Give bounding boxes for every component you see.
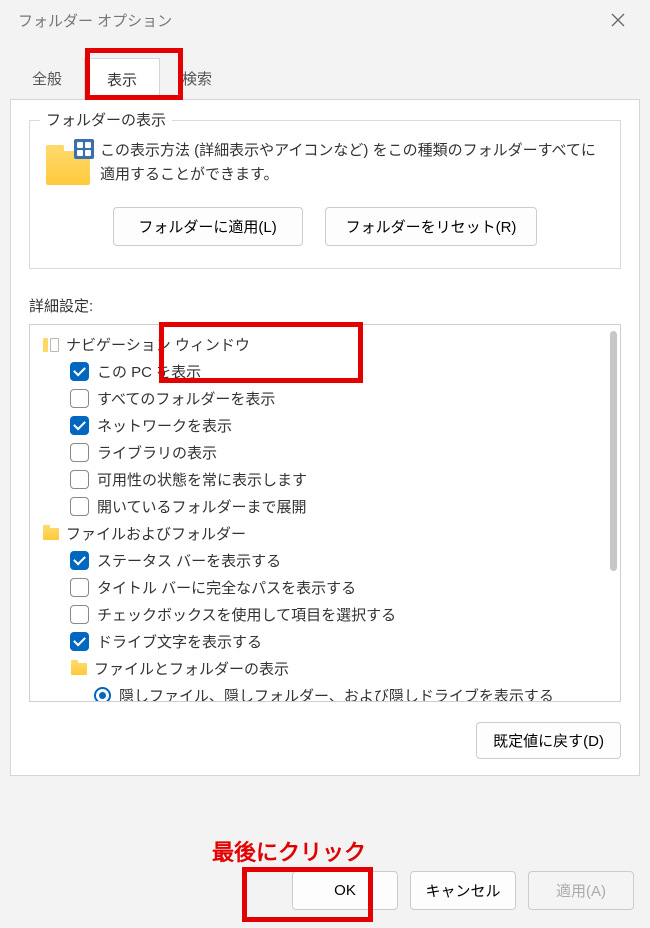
checkbox-icon[interactable] [70, 362, 89, 381]
tree-item[interactable]: ステータス バーを表示する [32, 547, 618, 574]
checkbox-icon[interactable] [70, 389, 89, 408]
tree-item[interactable]: ドライブ文字を表示する [32, 628, 618, 655]
folder-view-buttons: フォルダーに適用(L) フォルダーをリセット(R) [46, 207, 604, 246]
tree-item-label: 隠しファイル、隠しフォルダー、および隠しドライブを表示する [119, 685, 554, 702]
tab-general[interactable]: 全般 [10, 58, 84, 100]
close-icon [611, 13, 625, 27]
annotation-label: 最後にクリック [212, 835, 366, 867]
tree-item[interactable]: ネットワークを表示 [32, 412, 618, 439]
checkbox-icon[interactable] [70, 578, 89, 597]
tree-item-label: 開いているフォルダーまで展開 [97, 496, 307, 517]
tree-item-label: ファイルおよびフォルダー [66, 523, 246, 544]
tree-item-label: ファイルとフォルダーの表示 [94, 658, 289, 679]
tree-item-label: 可用性の状態を常に表示します [97, 469, 307, 490]
tab-view[interactable]: 表示 [84, 58, 160, 100]
checkbox-icon[interactable] [70, 551, 89, 570]
reset-folders-button[interactable]: フォルダーをリセット(R) [325, 207, 538, 246]
folder-icon [70, 660, 88, 678]
checkbox-icon[interactable] [70, 470, 89, 489]
tree-item-label: チェックボックスを使用して項目を選択する [97, 604, 396, 625]
advanced-settings-label: 詳細設定: [29, 295, 621, 316]
tree-item[interactable]: タイトル バーに完全なパスを表示する [32, 574, 618, 601]
tab-bar: 全般 表示 検索 [0, 58, 650, 100]
folder-view-title: フォルダーの表示 [40, 109, 172, 130]
tree-item[interactable]: ナビゲーション ウィンドウ [32, 331, 618, 358]
restore-defaults-button[interactable]: 既定値に戻す(D) [476, 722, 621, 759]
tree-item[interactable]: ファイルとフォルダーの表示 [32, 655, 618, 682]
ok-button[interactable]: OK [292, 871, 398, 910]
tree-item[interactable]: この PC を表示 [32, 358, 618, 385]
tab-content: フォルダーの表示 この表示方法 (詳細表示やアイコンなど) をこの種類のフォルダ… [10, 99, 640, 776]
tree-item-label: タイトル バーに完全なパスを表示する [97, 577, 356, 598]
checkbox-icon[interactable] [70, 443, 89, 462]
tree-item[interactable]: 可用性の状態を常に表示します [32, 466, 618, 493]
close-button[interactable] [598, 0, 638, 40]
tree-item-label: ネットワークを表示 [97, 415, 232, 436]
titlebar: フォルダー オプション [0, 0, 650, 40]
folder-view-description: この表示方法 (詳細表示やアイコンなど) をこの種類のフォルダーすべてに適用する… [100, 139, 604, 187]
tree-item-label: ライブラリの表示 [97, 442, 217, 463]
tab-search[interactable]: 検索 [160, 58, 234, 100]
checkbox-icon[interactable] [70, 632, 89, 651]
tree-item[interactable]: ライブラリの表示 [32, 439, 618, 466]
tree-item-label: ドライブ文字を表示する [97, 631, 262, 652]
checkbox-icon[interactable] [70, 605, 89, 624]
dialog-button-row: OK キャンセル 適用(A) [292, 871, 634, 910]
tree-item-label: ステータス バーを表示する [97, 550, 281, 571]
checkbox-icon[interactable] [70, 497, 89, 516]
checkbox-icon[interactable] [70, 416, 89, 435]
tree-item-label: すべてのフォルダーを表示 [97, 388, 275, 409]
folder-options-window: フォルダー オプション 全般 表示 検索 フォルダーの表示 この表示方法 (詳細… [0, 0, 650, 928]
advanced-settings-tree[interactable]: ナビゲーション ウィンドウこの PC を表示すべてのフォルダーを表示ネットワーク… [29, 324, 621, 702]
apply-to-folders-button[interactable]: フォルダーに適用(L) [113, 207, 303, 246]
tree-item[interactable]: すべてのフォルダーを表示 [32, 385, 618, 412]
navigation-pane-icon [42, 336, 60, 354]
folder-view-info: この表示方法 (詳細表示やアイコンなど) をこの種類のフォルダーすべてに適用する… [46, 139, 604, 187]
restore-defaults-row: 既定値に戻す(D) [29, 722, 621, 759]
tree-item-label: この PC を表示 [97, 361, 201, 382]
folder-view-group: フォルダーの表示 この表示方法 (詳細表示やアイコンなど) をこの種類のフォルダ… [29, 120, 621, 269]
tree-item[interactable]: 開いているフォルダーまで展開 [32, 493, 618, 520]
folder-icon [42, 525, 60, 543]
scrollbar-thumb[interactable] [610, 331, 617, 571]
window-title: フォルダー オプション [18, 10, 172, 31]
cancel-button[interactable]: キャンセル [410, 871, 516, 910]
tree-item-label: ナビゲーション ウィンドウ [66, 334, 250, 355]
folder-icon [46, 139, 90, 185]
tree-item[interactable]: ファイルおよびフォルダー [32, 520, 618, 547]
tree-item[interactable]: チェックボックスを使用して項目を選択する [32, 601, 618, 628]
apply-button[interactable]: 適用(A) [528, 871, 634, 910]
tree-item[interactable]: 隠しファイル、隠しフォルダー、および隠しドライブを表示する [32, 682, 618, 702]
radio-icon[interactable] [94, 687, 111, 702]
tree-container: ナビゲーション ウィンドウこの PC を表示すべてのフォルダーを表示ネットワーク… [30, 325, 620, 702]
